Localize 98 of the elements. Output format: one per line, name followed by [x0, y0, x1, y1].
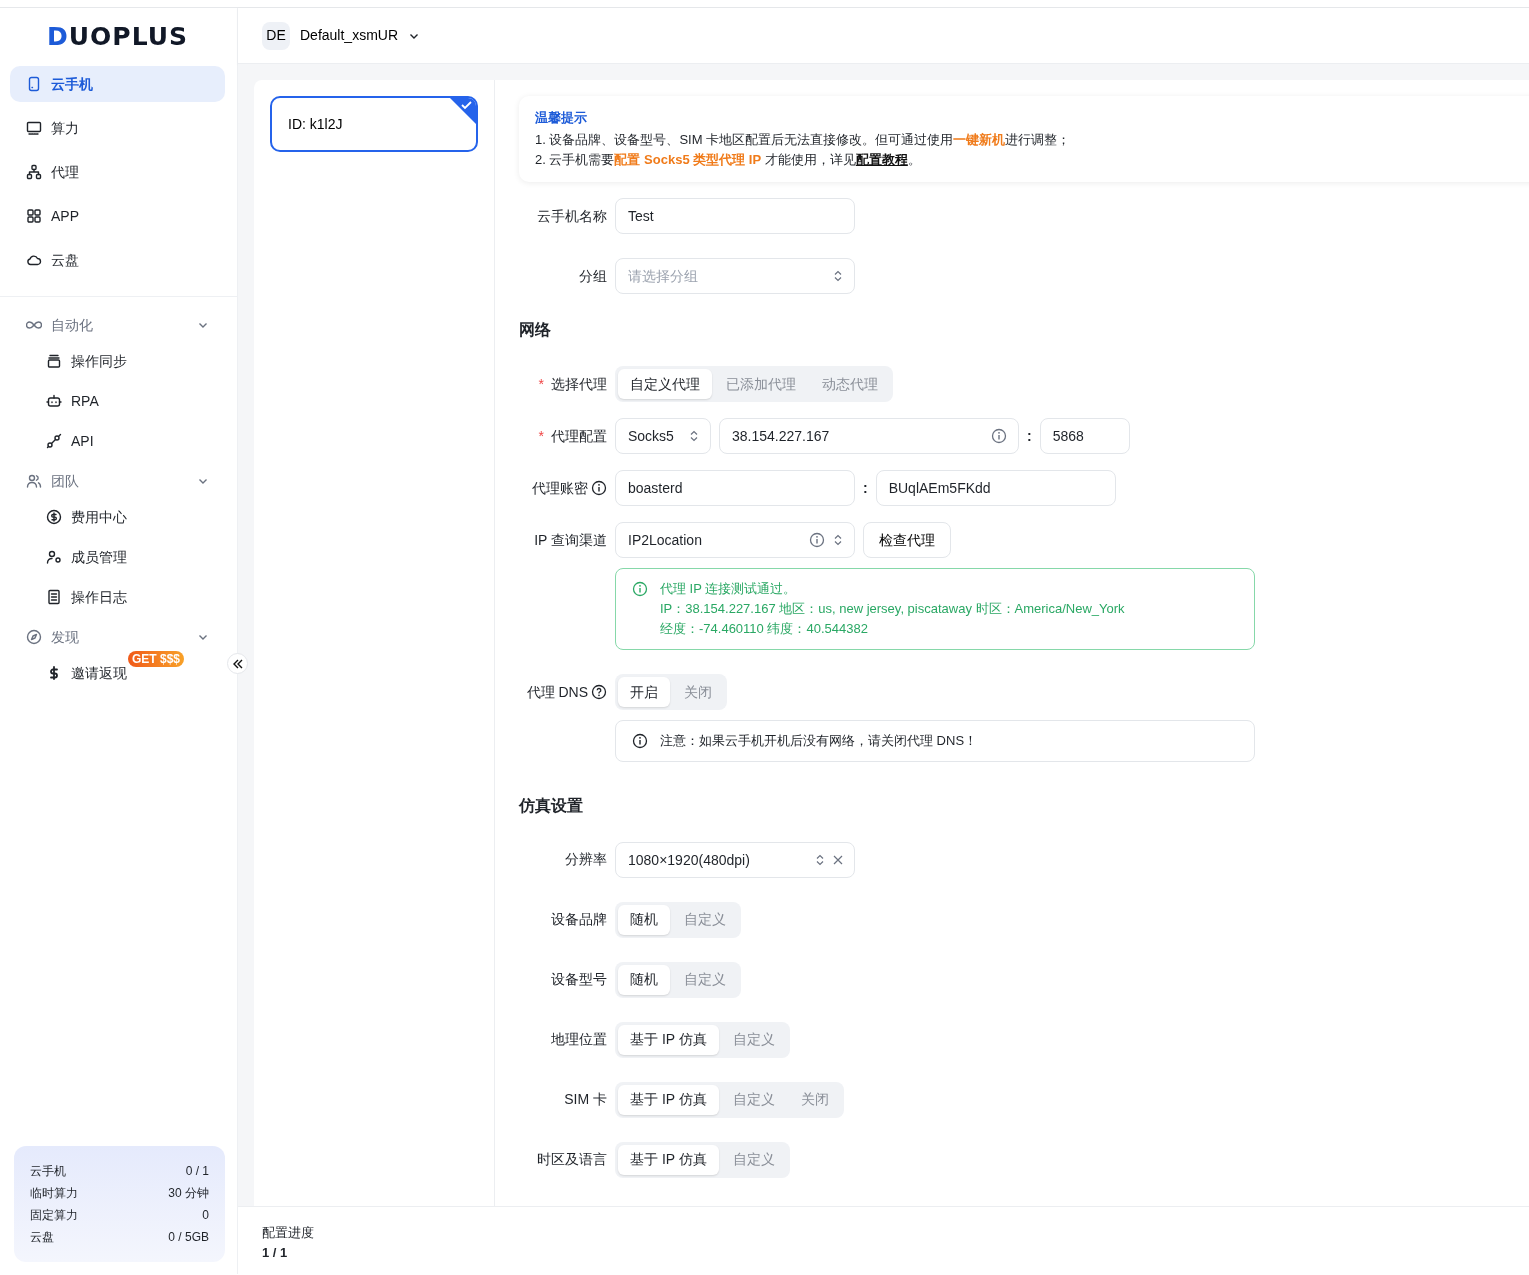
sidebar-item[interactable]: APP	[10, 198, 225, 234]
sidebar-group[interactable]: 自动化	[10, 307, 225, 343]
segment-option[interactable]: 基于 IP 仿真	[618, 1084, 719, 1115]
separator: :	[863, 478, 868, 498]
name-field[interactable]: Test	[615, 198, 855, 234]
notice-title: 温馨提示	[535, 109, 588, 127]
separator: :	[1027, 426, 1032, 446]
usage-value: 30 分钟	[168, 1185, 209, 1202]
info-icon	[632, 732, 648, 749]
usage-value: 0 / 5GB	[168, 1229, 209, 1246]
network-icon	[26, 164, 42, 180]
field-label: 设备型号	[550, 970, 607, 989]
document-icon	[46, 589, 62, 605]
dollar-circle-icon	[46, 509, 62, 525]
field-label: 代理 DNS	[519, 681, 607, 703]
sidebar-item[interactable]: 操作同步	[10, 343, 225, 379]
usage-label: 云盘	[30, 1229, 54, 1246]
field-label: * 代理配置	[519, 425, 607, 447]
section-title: 网络	[519, 320, 552, 340]
clear-icon	[833, 854, 843, 865]
progress-label: 配置进度	[262, 1224, 315, 1242]
sidebar-item[interactable]: RPA	[10, 383, 225, 419]
field-label: 代理账密	[519, 477, 607, 499]
field-label: IP 查询渠道	[533, 530, 607, 550]
sidebar-item[interactable]: 代理	[10, 154, 225, 190]
info-icon	[632, 581, 648, 597]
usage-value: 0	[202, 1207, 209, 1224]
sidebar-item[interactable]: 费用中心	[10, 499, 225, 535]
field-label: 时区及语言	[536, 1150, 607, 1169]
progress-value: 1 / 1	[262, 1244, 289, 1262]
tutorial-link[interactable]: 配置教程	[855, 152, 908, 167]
segment-option[interactable]: 开启	[618, 677, 670, 707]
phone-icon	[26, 76, 42, 92]
field-label: 云手机名称	[536, 206, 607, 226]
info-icon	[991, 428, 1007, 444]
usage-label: 固定算力	[30, 1207, 78, 1224]
field-label: 地理位置	[550, 1030, 607, 1049]
ip-channel-select[interactable]: IP2Location	[615, 522, 855, 558]
device-card[interactable]: ID: k1l2J	[270, 96, 478, 152]
port-field[interactable]: 5868	[1039, 418, 1130, 454]
usage-label: 云手机	[30, 1163, 66, 1180]
protocol-select[interactable]: Socks5	[615, 418, 711, 454]
notice-text: 2. 云手机需要配置 Socks5 类型代理 IP 才能使用，详见配置教程。	[535, 151, 922, 169]
field-label: 设备品牌	[550, 910, 607, 929]
group-select[interactable]: 请选择分组	[615, 258, 855, 294]
segment-option[interactable]: 自定义代理	[618, 369, 712, 399]
sidebar-group[interactable]: 团队	[10, 463, 225, 499]
host-field[interactable]: 38.154.227.167	[719, 418, 1019, 454]
user-gear-icon	[46, 549, 62, 565]
resolution-select[interactable]: 1080×1920(480dpi)	[615, 841, 855, 878]
username-field[interactable]: boasterd	[615, 470, 855, 506]
workspace-switcher[interactable]: DE Default_xsmUR	[262, 21, 421, 50]
segment-option[interactable]: 基于 IP 仿真	[618, 1144, 719, 1175]
sidebar-item[interactable]: 成员管理	[10, 539, 225, 575]
sort-arrows-icon	[833, 269, 843, 283]
segment-option[interactable]: 基于 IP 仿真	[618, 1024, 719, 1055]
cloud-icon	[26, 252, 42, 268]
compass-icon	[26, 629, 42, 645]
check-corner-icon	[450, 98, 476, 124]
field-label: * 选择代理	[519, 373, 607, 395]
stack-icon	[46, 353, 62, 369]
dns-note-text: 注意：如果云手机开机后没有网络，请关闭代理 DNS！	[660, 732, 978, 750]
field-label: 分组	[578, 266, 607, 286]
segment-option[interactable]: 随机	[618, 964, 670, 995]
required-mark: *	[538, 374, 544, 394]
segment-option[interactable]: 随机	[618, 904, 670, 935]
sort-arrows-icon	[815, 852, 825, 867]
promo-badge: GET $$$	[128, 651, 185, 667]
usage-label: 临时算力	[30, 1185, 78, 1202]
logo: DUOPLUS	[46, 22, 189, 52]
password-field[interactable]: BUqlAEm5FKdd	[875, 470, 1116, 506]
sidebar-item[interactable]: 云手机	[10, 66, 225, 102]
sort-arrows-icon	[689, 429, 699, 443]
required-mark: *	[538, 426, 544, 446]
users-icon	[26, 473, 42, 489]
robot-icon	[46, 393, 62, 409]
double-chevron-icon	[232, 658, 243, 669]
info-icon	[809, 532, 825, 548]
grid-icon	[26, 208, 42, 224]
plug-icon	[46, 433, 62, 449]
result-text: IP：38.154.227.167 地区：us, new jersey, piscataway 时区：America/New_York	[660, 600, 1125, 618]
result-text: 代理 IP 连接测试通过。	[660, 580, 798, 598]
sort-arrows-icon	[833, 533, 843, 547]
help-icon	[591, 684, 607, 700]
result-text: 经度：-74.460110 纬度：40.544382	[660, 620, 869, 638]
sidebar-item[interactable]: 操作日志	[10, 579, 225, 615]
monitor-icon	[26, 120, 42, 136]
section-title: 仿真设置	[519, 795, 584, 816]
field-label: 分辨率	[564, 850, 607, 869]
info-icon	[591, 480, 607, 496]
sidebar-item[interactable]: API	[10, 423, 225, 459]
sidebar-item[interactable]: 云盘	[10, 242, 225, 278]
check-proxy-button[interactable]: 检查代理	[863, 522, 951, 558]
usage-value: 0 / 1	[185, 1163, 209, 1180]
notice-text: 1. 设备品牌、设备型号、SIM 卡地区配置后无法直接修改。但可通过使用一键新机进行调整；	[535, 131, 1072, 149]
workspace-avatar: DE	[262, 21, 290, 50]
field-label: SIM 卡	[563, 1090, 607, 1109]
sidebar-item[interactable]: 算力	[10, 110, 225, 146]
